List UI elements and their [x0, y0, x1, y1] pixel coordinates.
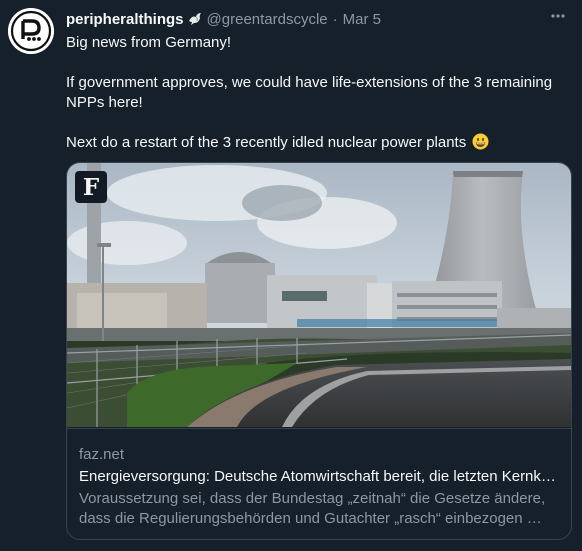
- tweet-paragraph: If government approves, we could have li…: [66, 74, 553, 111]
- tweet-header: peripheralthings @greentardscycle · Mar …: [66, 9, 381, 29]
- grinning-face-icon: [472, 133, 489, 150]
- tweet-paragraph-text: Next do a restart of the 3 recently idle…: [66, 134, 467, 151]
- tweet-paragraph: Next do a restart of the 3 recently idle…: [66, 133, 566, 153]
- header-separator: ·: [332, 10, 338, 28]
- tweet[interactable]: peripheralthings @greentardscycle · Mar …: [0, 0, 582, 551]
- tweet-paragraph: Big news from Germany!: [66, 34, 232, 51]
- peripheralthings-logo-icon: [8, 8, 54, 54]
- dove-icon: [187, 11, 203, 27]
- card-meta: faz.net Energieversorgung: Deutsche Atom…: [67, 428, 571, 539]
- author-name[interactable]: peripheralthings: [66, 11, 184, 28]
- link-preview-card[interactable]: F faz.net Energieversorgung: Deutsche At…: [66, 162, 572, 540]
- power-plant-image: F: [67, 163, 571, 427]
- author-handle[interactable]: @greentardscycle: [207, 11, 328, 28]
- card-domain: faz.net: [79, 446, 125, 463]
- faz-logo-letter: F: [83, 174, 100, 201]
- card-description-line: Voraussetzung sei, dass der Bundestag „z…: [79, 490, 546, 507]
- more-options-icon[interactable]: [544, 4, 572, 28]
- card-description-line: dass die Regulierungsbehörden und Gutach…: [79, 510, 549, 527]
- tweet-date[interactable]: Mar 5: [343, 11, 381, 28]
- avatar[interactable]: [8, 8, 54, 54]
- card-headline: Energieversorgung: Deutsche Atomwirtscha…: [79, 468, 559, 485]
- card-description: Voraussetzung sei, dass der Bundestag „z…: [79, 489, 549, 529]
- tweet-text: Big news from Germany! If government app…: [66, 33, 566, 153]
